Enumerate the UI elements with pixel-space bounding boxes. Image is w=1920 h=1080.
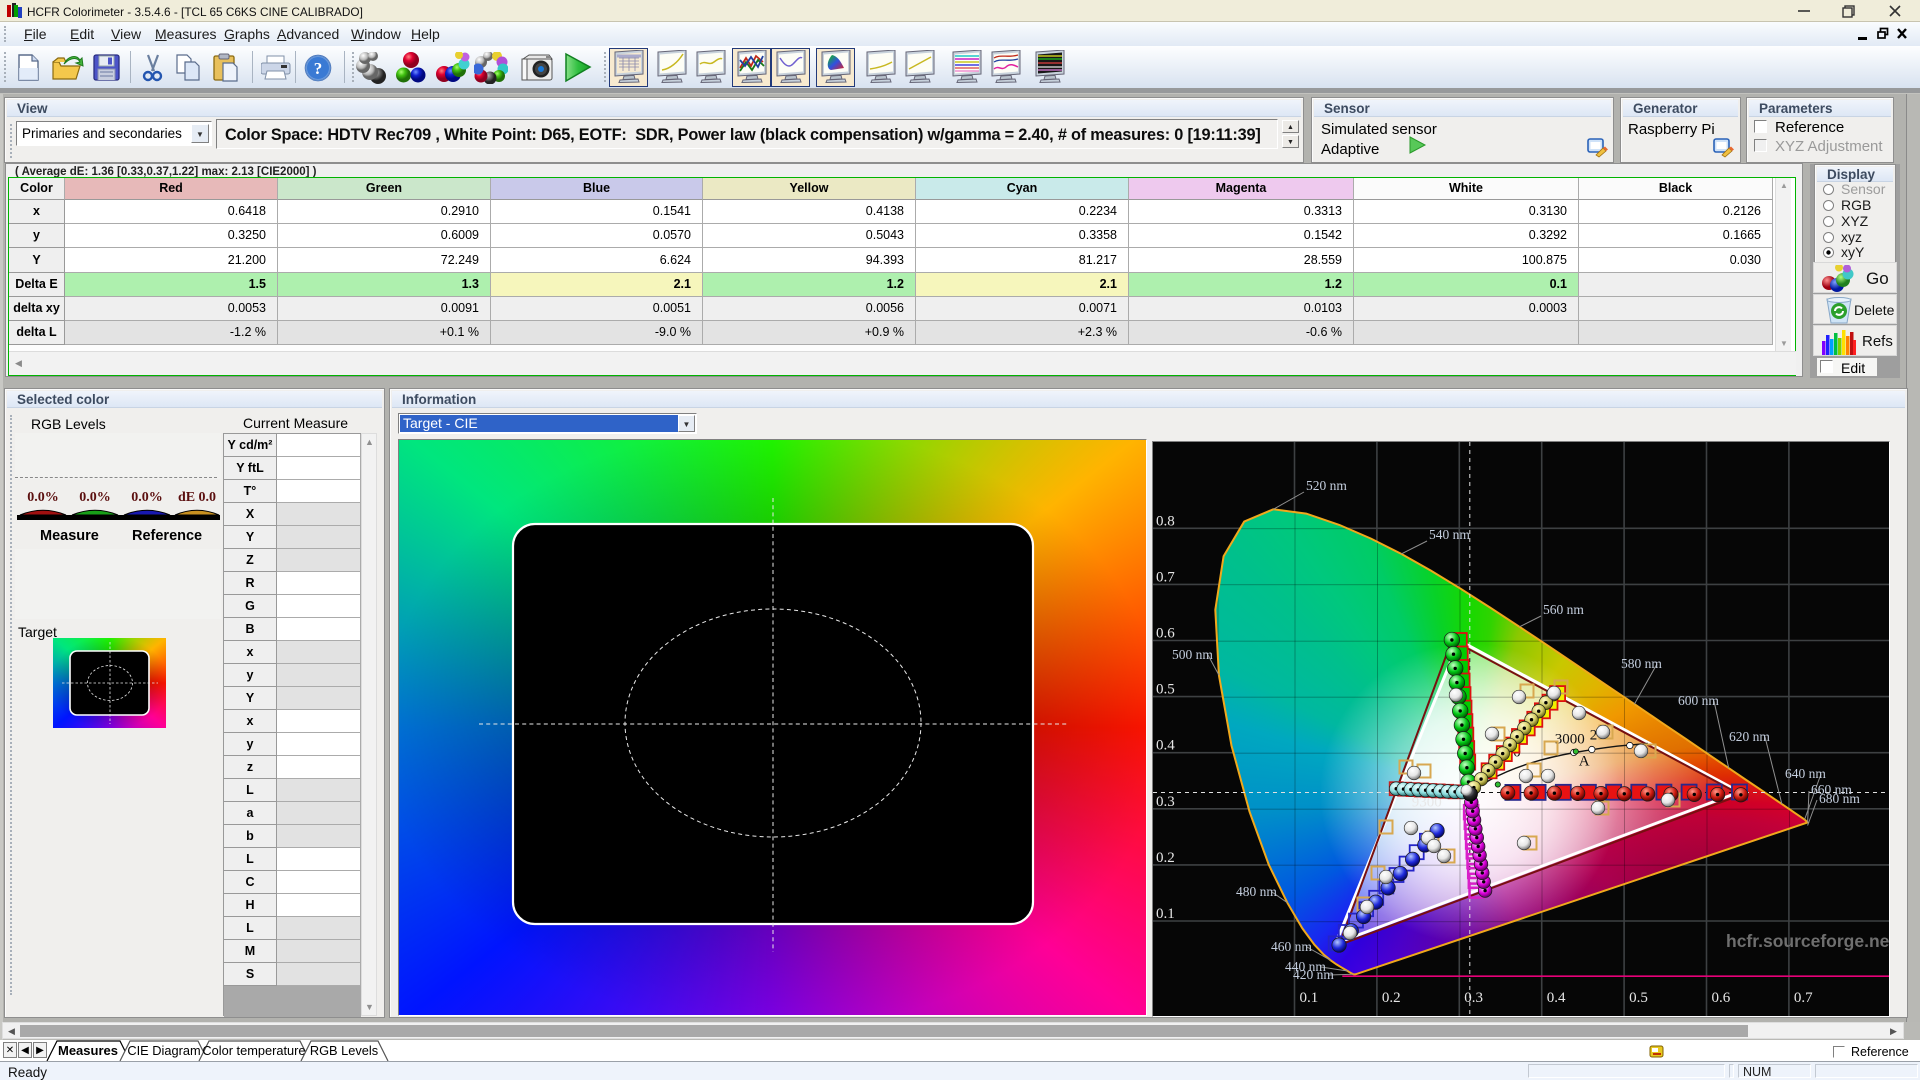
svg-text:0.8: 0.8 xyxy=(1156,513,1175,529)
svg-text:0.3: 0.3 xyxy=(1156,794,1175,810)
svg-text:0.4: 0.4 xyxy=(1156,738,1175,754)
svg-text:520 nm: 520 nm xyxy=(1306,478,1347,493)
svg-text:620 nm: 620 nm xyxy=(1729,729,1770,744)
svg-text:420 nm: 420 nm xyxy=(1293,967,1334,982)
svg-text:600 nm: 600 nm xyxy=(1678,693,1719,708)
svg-text:0.2: 0.2 xyxy=(1156,850,1175,866)
svg-text:A: A xyxy=(1579,754,1590,770)
svg-text:0.1: 0.1 xyxy=(1300,990,1319,1006)
svg-text:0.7: 0.7 xyxy=(1156,569,1175,585)
svg-text:0.6: 0.6 xyxy=(1712,990,1731,1006)
svg-text:dE 0.0: dE 0.0 xyxy=(178,490,216,505)
svg-text:0.2: 0.2 xyxy=(1382,990,1401,1006)
svg-text:680 nm: 680 nm xyxy=(1819,791,1860,806)
svg-text:0.1: 0.1 xyxy=(1156,906,1175,922)
svg-text:560 nm: 560 nm xyxy=(1543,602,1584,617)
svg-text:RGB Levels: RGB Levels xyxy=(310,1043,378,1058)
svg-text:0.0%: 0.0% xyxy=(131,490,163,505)
svg-text:0.4: 0.4 xyxy=(1547,990,1566,1006)
svg-text:640 nm: 640 nm xyxy=(1785,766,1826,781)
svg-text:3000: 3000 xyxy=(1555,732,1585,748)
svg-text:500 nm: 500 nm xyxy=(1172,647,1213,662)
svg-text:460 nm: 460 nm xyxy=(1271,939,1312,954)
svg-text:hcfr.sourceforge.net: hcfr.sourceforge.net xyxy=(1726,931,1889,951)
svg-text:580 nm: 580 nm xyxy=(1621,656,1662,671)
svg-text:0.3: 0.3 xyxy=(1464,990,1483,1006)
svg-text:Color temperature: Color temperature xyxy=(202,1043,305,1058)
svg-text:Measures: Measures xyxy=(58,1043,118,1058)
svg-text:480 nm: 480 nm xyxy=(1236,884,1277,899)
svg-text:0.7: 0.7 xyxy=(1794,990,1813,1006)
svg-text:?: ? xyxy=(314,59,323,78)
svg-text:0.5: 0.5 xyxy=(1156,682,1175,698)
svg-text:0.0%: 0.0% xyxy=(27,490,59,505)
svg-text:0.5: 0.5 xyxy=(1629,990,1648,1006)
svg-text:540 nm: 540 nm xyxy=(1429,527,1470,542)
svg-text:CIE Diagram: CIE Diagram xyxy=(127,1043,200,1058)
svg-text:0.6: 0.6 xyxy=(1156,626,1175,642)
svg-text:0.0%: 0.0% xyxy=(79,490,111,505)
